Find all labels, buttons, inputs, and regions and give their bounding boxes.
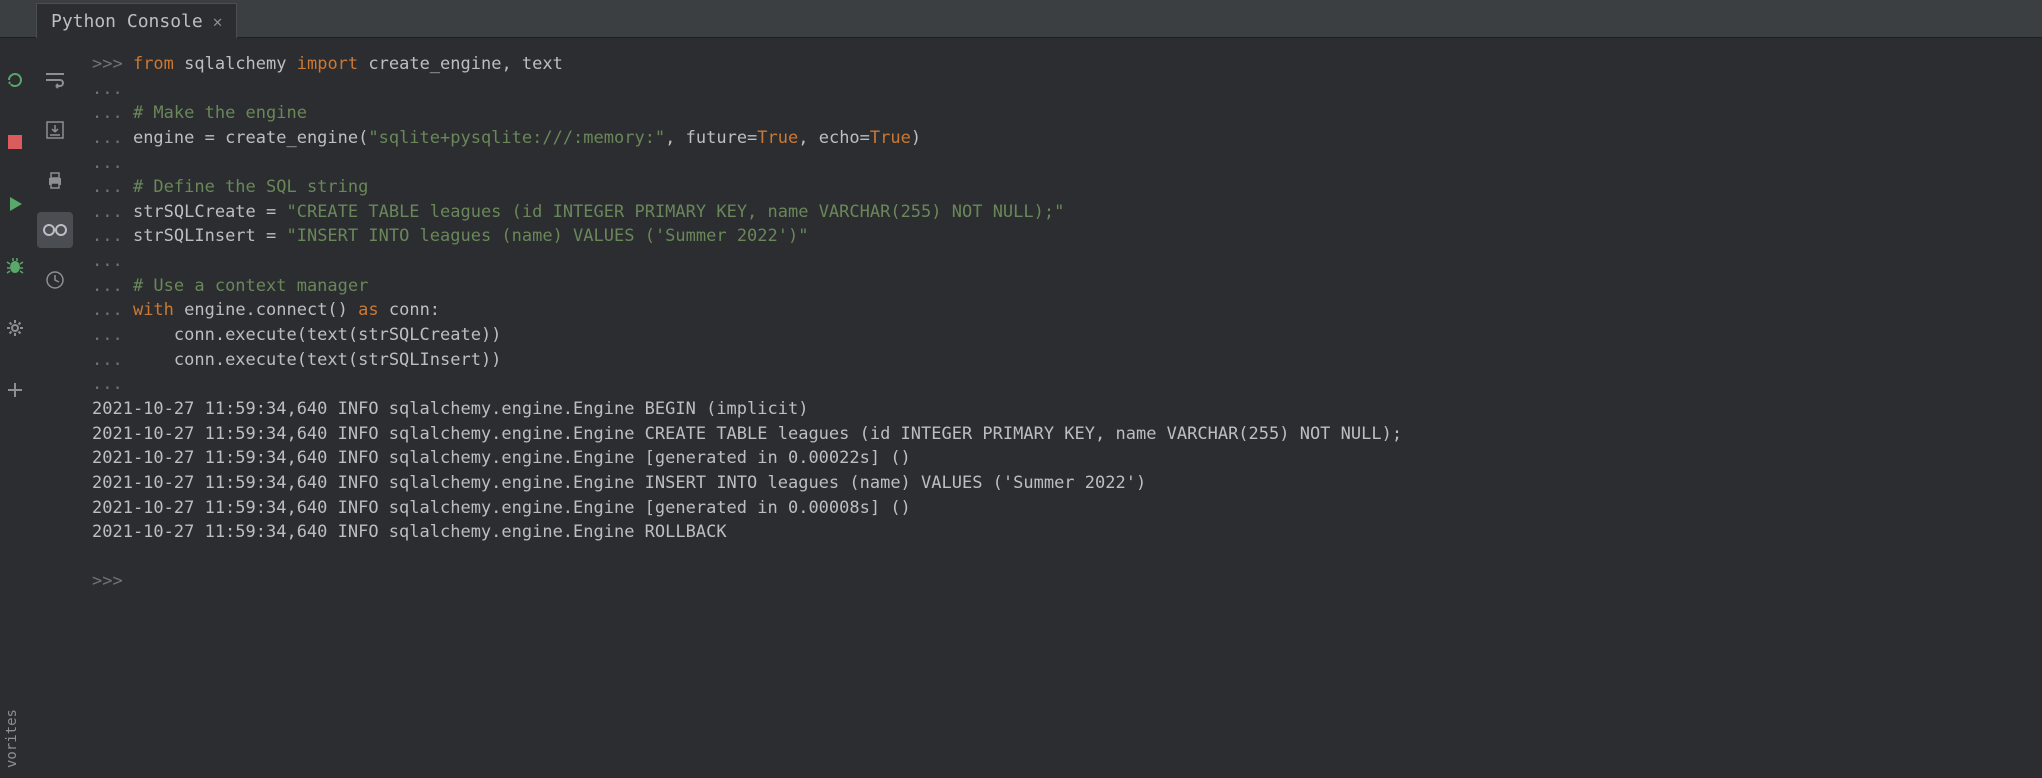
code-line: ... bbox=[92, 151, 2034, 176]
output-line: 2021-10-27 11:59:34,640 INFO sqlalchemy.… bbox=[92, 520, 2034, 545]
code-line: ... bbox=[92, 372, 2034, 397]
code-line bbox=[92, 545, 2034, 570]
plus-icon bbox=[6, 381, 24, 399]
settings-button[interactable] bbox=[0, 310, 33, 346]
rerun-button[interactable] bbox=[0, 62, 33, 98]
code-line: ... conn.execute(text(strSQLCreate)) bbox=[92, 323, 2034, 348]
gear-icon bbox=[5, 318, 25, 338]
bug-icon bbox=[5, 256, 25, 276]
code-line: ... # Define the SQL string bbox=[92, 175, 2034, 200]
stop-icon bbox=[6, 133, 24, 151]
tab-python-console[interactable]: Python Console ✕ bbox=[36, 3, 237, 39]
output-line: 2021-10-27 11:59:34,640 INFO sqlalchemy.… bbox=[92, 397, 2034, 422]
code-line: >>> from sqlalchemy import create_engine… bbox=[92, 52, 2034, 77]
code-line: ... # Use a context manager bbox=[92, 274, 2034, 299]
console-output[interactable]: >>> from sqlalchemy import create_engine… bbox=[80, 38, 2042, 778]
console-toolbar bbox=[30, 38, 80, 778]
rerun-icon bbox=[5, 70, 25, 90]
code-line: ... bbox=[92, 77, 2034, 102]
output-line: 2021-10-27 11:59:34,640 INFO sqlalchemy.… bbox=[92, 471, 2034, 496]
tab-label: Python Console bbox=[51, 11, 203, 32]
stop-button[interactable] bbox=[0, 124, 33, 160]
show-variables-button[interactable] bbox=[37, 212, 73, 248]
run-button[interactable] bbox=[0, 186, 33, 222]
output-line: 2021-10-27 11:59:34,640 INFO sqlalchemy.… bbox=[92, 496, 2034, 521]
history-button[interactable] bbox=[37, 262, 73, 298]
wrap-icon bbox=[44, 70, 66, 90]
main-area: >>> from sqlalchemy import create_engine… bbox=[0, 38, 2042, 778]
scroll-end-icon bbox=[45, 120, 65, 140]
glasses-icon bbox=[43, 222, 67, 238]
code-line: ... with engine.connect() as conn: bbox=[92, 298, 2034, 323]
left-toolbar bbox=[0, 38, 30, 778]
history-icon bbox=[45, 270, 65, 290]
soft-wrap-button[interactable] bbox=[37, 62, 73, 98]
code-line: ... engine = create_engine("sqlite+pysql… bbox=[92, 126, 2034, 151]
scroll-to-end-button[interactable] bbox=[37, 112, 73, 148]
code-line: ... bbox=[92, 249, 2034, 274]
prompt: >>> bbox=[92, 54, 133, 74]
add-button[interactable] bbox=[0, 372, 33, 408]
output-line: 2021-10-27 11:59:34,640 INFO sqlalchemy.… bbox=[92, 422, 2034, 447]
output-line: 2021-10-27 11:59:34,640 INFO sqlalchemy.… bbox=[92, 446, 2034, 471]
play-icon bbox=[6, 195, 24, 213]
sidebar-vertical-label[interactable]: vorites bbox=[4, 709, 20, 768]
code-line: ... strSQLInsert = "INSERT INTO leagues … bbox=[92, 224, 2034, 249]
debug-button[interactable] bbox=[0, 248, 33, 284]
prompt-line[interactable]: >>> bbox=[92, 569, 2034, 594]
code-line: ... # Make the engine bbox=[92, 101, 2034, 126]
print-icon bbox=[45, 170, 65, 190]
code-line: ... strSQLCreate = "CREATE TABLE leagues… bbox=[92, 200, 2034, 225]
prompt: >>> bbox=[92, 571, 133, 591]
print-button[interactable] bbox=[37, 162, 73, 198]
tab-bar: Python Console ✕ bbox=[0, 0, 2042, 38]
code-line: ... conn.execute(text(strSQLInsert)) bbox=[92, 348, 2034, 373]
close-icon[interactable]: ✕ bbox=[213, 12, 223, 31]
